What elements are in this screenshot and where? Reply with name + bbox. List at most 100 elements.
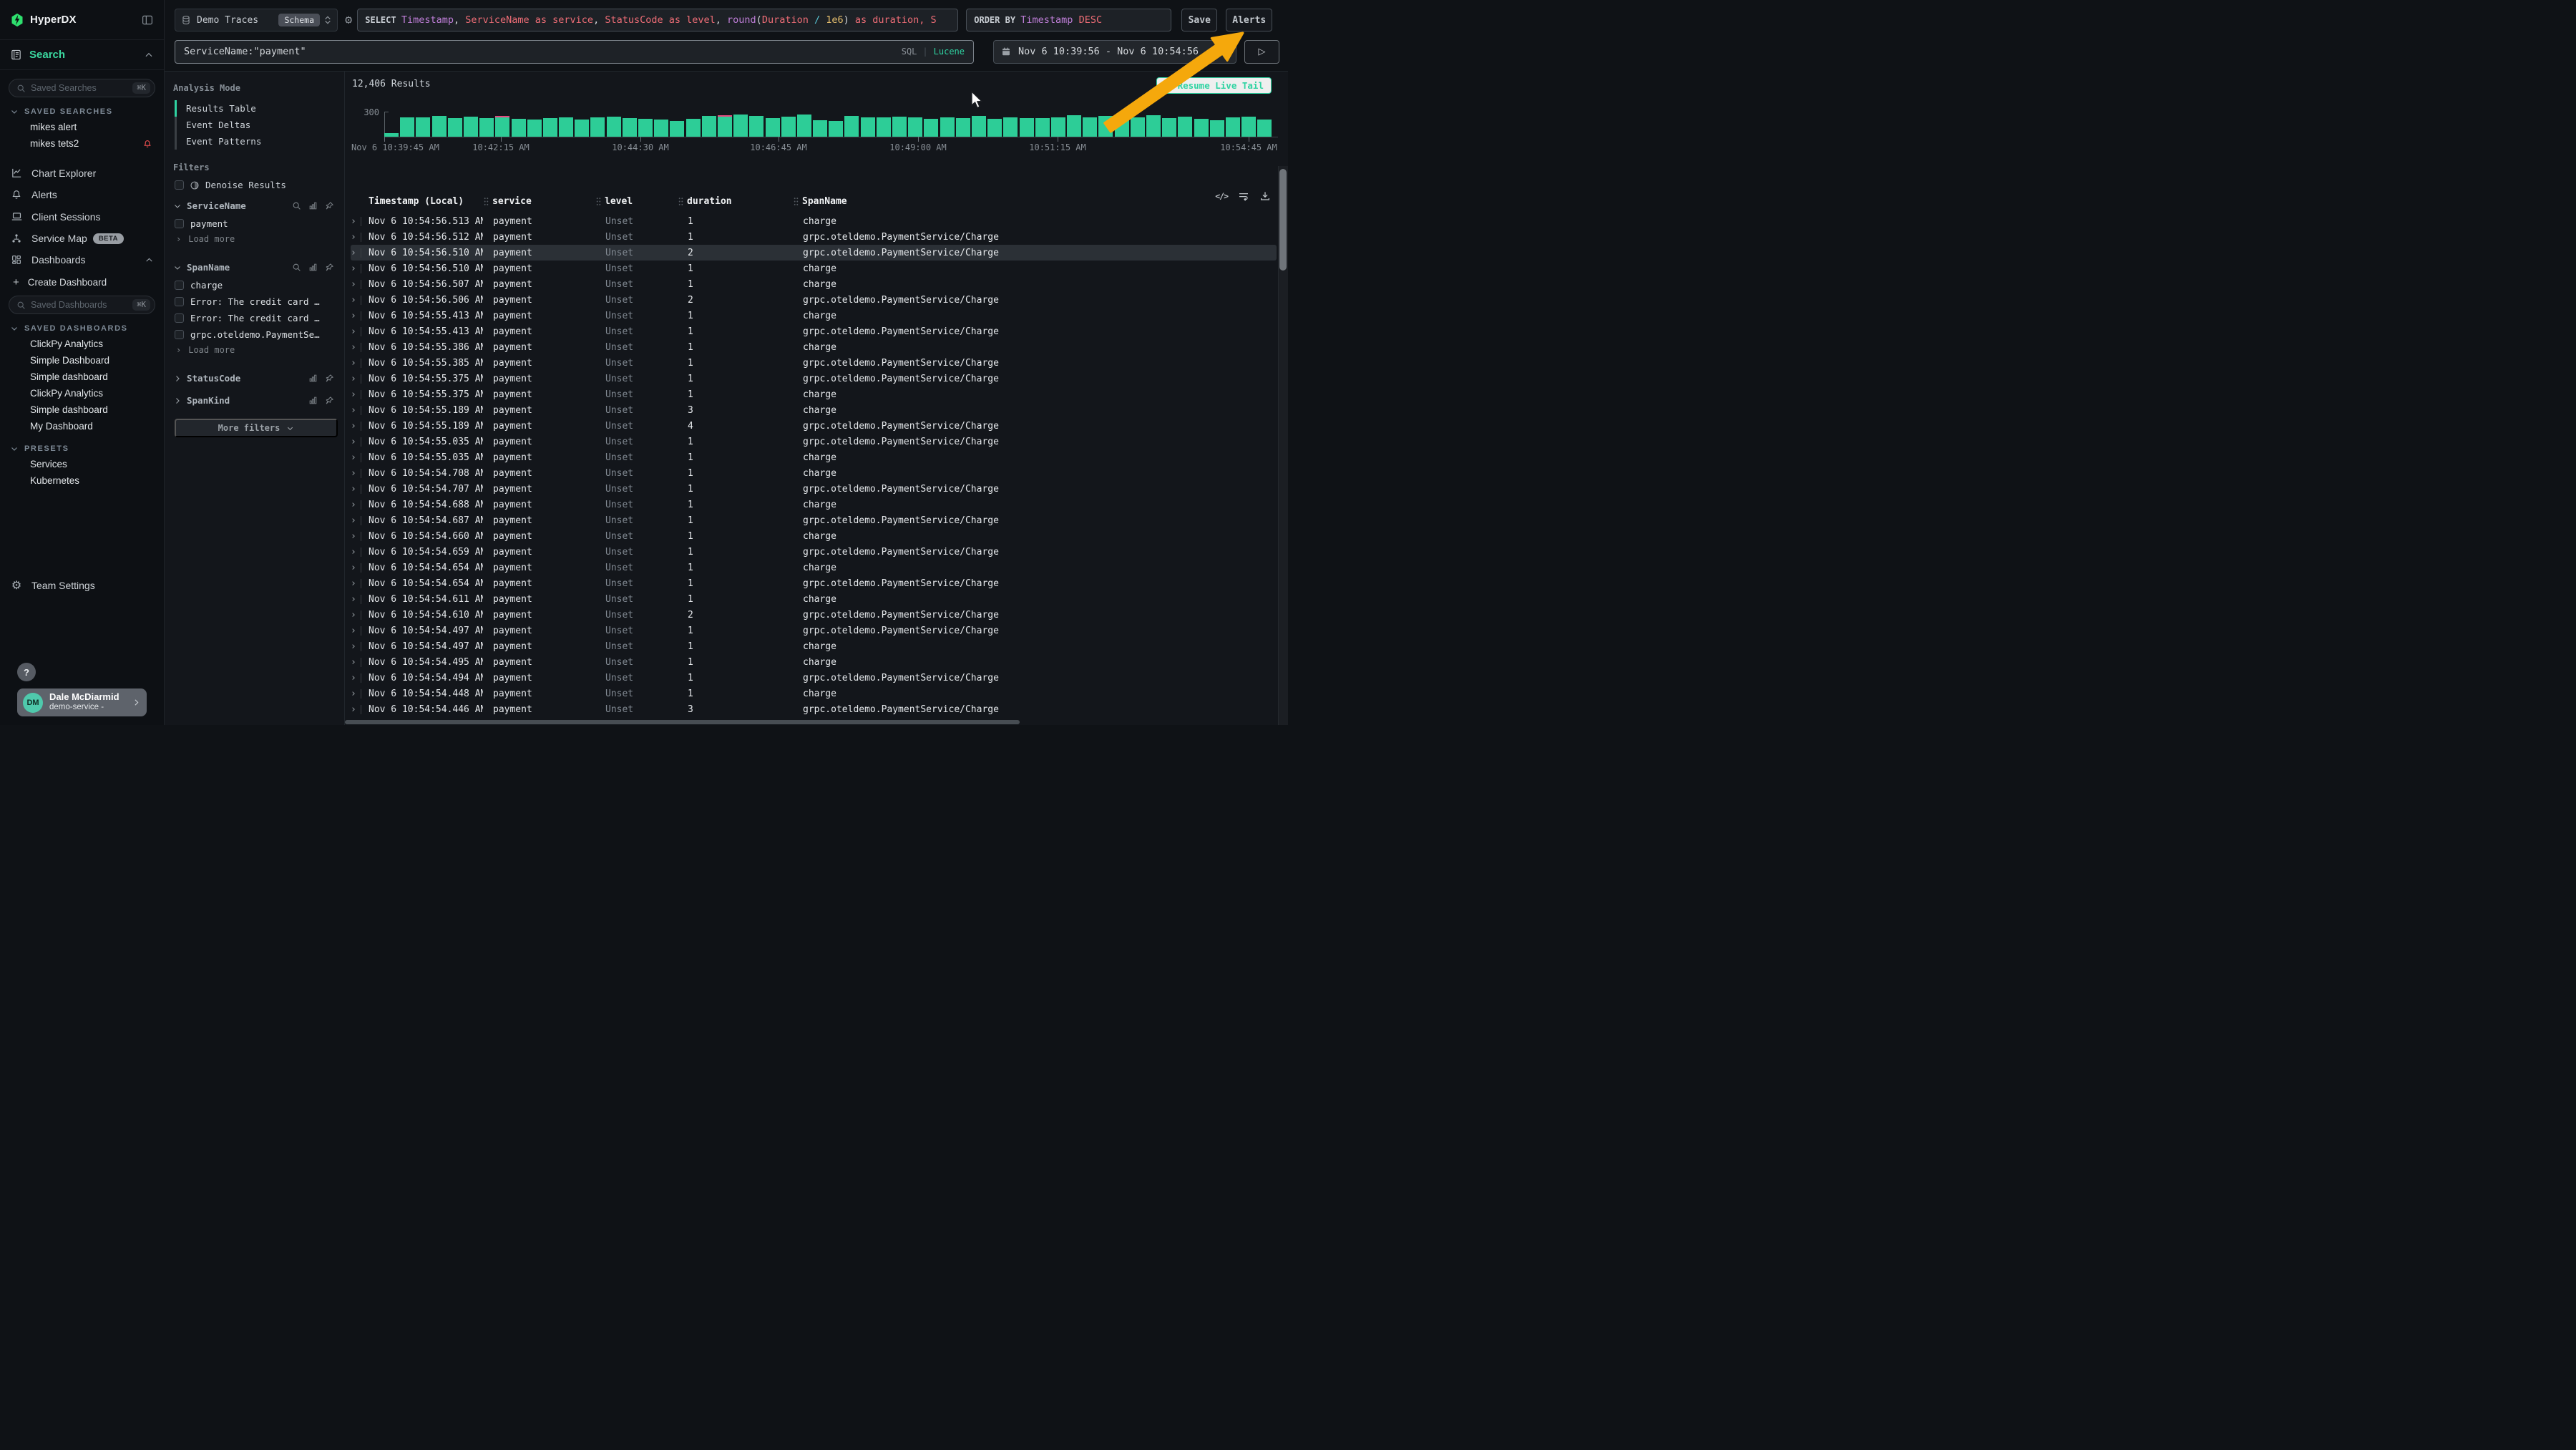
table-row[interactable]: ›Nov 6 10:54:54.660 AMpaymentUnset1charg… (351, 528, 1277, 544)
histogram-bar[interactable] (877, 117, 891, 137)
column-header-level[interactable]: level (595, 196, 678, 207)
row-expander[interactable]: › (351, 689, 369, 699)
row-expander[interactable]: › (351, 673, 369, 683)
row-expander[interactable]: › (351, 280, 369, 289)
row-expander[interactable]: › (351, 311, 369, 321)
search-section-header[interactable]: Search (0, 40, 164, 70)
table-row[interactable]: ›Nov 6 10:54:54.610 AMpaymentUnset2grpc.… (351, 607, 1277, 623)
load-more-servicename[interactable]: › Load more (173, 232, 337, 246)
table-row[interactable]: ›Nov 6 10:54:56.506 AMpaymentUnset2grpc.… (351, 292, 1277, 308)
row-expander[interactable]: › (351, 626, 369, 636)
time-range-picker[interactable]: Nov 6 10:39:56 - Nov 6 10:54:56 (993, 40, 1236, 64)
sidebar-item-dashboard[interactable]: Simple dashboard (9, 369, 155, 385)
table-row[interactable]: ›Nov 6 10:54:54.408 AMpaymentUnset2grpc.… (351, 717, 1277, 719)
histogram-bar[interactable] (495, 117, 509, 137)
row-expander[interactable]: › (351, 610, 369, 620)
filter-group-spankind[interactable]: SpanKind (173, 395, 337, 406)
presets-heading[interactable]: PRESETS (10, 444, 155, 453)
sidebar-item-team-settings[interactable]: ⚙ Team Settings (9, 573, 155, 598)
saved-dashboards-input[interactable]: Saved Dashboards ⌘K (9, 296, 155, 314)
row-expander[interactable]: › (351, 327, 369, 336)
drag-handle-icon[interactable] (678, 197, 684, 206)
histogram-bar[interactable] (733, 115, 748, 137)
row-expander[interactable]: › (351, 705, 369, 714)
saved-searches-input[interactable]: Saved Searches ⌘K (9, 79, 155, 97)
histogram-bar[interactable] (638, 119, 653, 137)
table-row[interactable]: ›Nov 6 10:54:54.497 AMpaymentUnset1charg… (351, 638, 1277, 654)
row-expander[interactable]: › (351, 264, 369, 273)
search-icon[interactable] (292, 201, 301, 210)
table-row[interactable]: ›Nov 6 10:54:54.497 AMpaymentUnset1grpc.… (351, 623, 1277, 638)
table-row[interactable]: ›Nov 6 10:54:54.495 AMpaymentUnset1charg… (351, 654, 1277, 670)
load-more-spanname[interactable]: › Load more (173, 343, 337, 357)
histogram-bar[interactable] (1226, 117, 1240, 137)
histogram-bar[interactable] (1162, 118, 1176, 137)
tab-results-table[interactable]: Results Table (175, 100, 337, 117)
filter-group-servicename[interactable]: ServiceName (173, 200, 337, 211)
table-row[interactable]: ›Nov 6 10:54:55.189 AMpaymentUnset4grpc.… (351, 418, 1277, 434)
column-header-timestamp[interactable]: Timestamp (Local) (369, 196, 483, 207)
saved-dashboards-heading[interactable]: SAVED DASHBOARDS (10, 324, 155, 333)
table-row[interactable]: ›Nov 6 10:54:55.413 AMpaymentUnset1charg… (351, 308, 1277, 323)
denoise-results-option[interactable]: Denoise Results (175, 180, 337, 190)
column-header-spanname[interactable]: SpanName (793, 196, 1277, 207)
table-row[interactable]: ›Nov 6 10:54:54.448 AMpaymentUnset1charg… (351, 686, 1277, 701)
histogram-bar[interactable] (908, 117, 922, 137)
histogram-bar[interactable] (1257, 120, 1272, 137)
table-row[interactable]: ›Nov 6 10:54:54.707 AMpaymentUnset1grpc.… (351, 481, 1277, 497)
table-row[interactable]: ›Nov 6 10:54:55.413 AMpaymentUnset1grpc.… (351, 323, 1277, 339)
histogram-bar[interactable] (607, 117, 621, 137)
histogram-bar[interactable] (987, 119, 1002, 137)
table-row[interactable]: ›Nov 6 10:54:54.659 AMpaymentUnset1grpc.… (351, 544, 1277, 560)
row-expander[interactable]: › (351, 217, 369, 226)
row-expander[interactable]: › (351, 359, 369, 368)
pin-icon[interactable] (325, 201, 334, 210)
filter-group-spanname[interactable]: SpanName (173, 262, 337, 273)
chevron-up-icon[interactable] (144, 50, 154, 60)
row-expander[interactable]: › (351, 579, 369, 588)
histogram-bar[interactable] (686, 119, 701, 137)
histogram-bar[interactable] (972, 116, 986, 137)
histogram-bar[interactable] (1003, 117, 1018, 137)
row-expander[interactable]: › (351, 453, 369, 462)
tab-event-patterns[interactable]: Event Patterns (175, 133, 337, 150)
histogram-bar[interactable] (844, 116, 859, 137)
histogram-bar[interactable] (781, 117, 796, 137)
histogram-bar[interactable] (623, 118, 637, 137)
sidebar-item-service-map[interactable]: Service Map BETA (9, 228, 155, 249)
histogram-bar[interactable] (1051, 117, 1065, 137)
histogram-bar[interactable] (1178, 117, 1192, 137)
saved-searches-heading[interactable]: SAVED SEARCHES (10, 107, 155, 116)
sidebar-item-dashboard[interactable]: My Dashboard (9, 418, 155, 434)
pin-icon[interactable] (325, 263, 334, 272)
bar-chart-icon[interactable] (308, 263, 318, 272)
row-expander[interactable]: › (351, 437, 369, 447)
row-expander[interactable]: › (351, 343, 369, 352)
table-row[interactable]: ›Nov 6 10:54:56.513 AMpaymentUnset1charg… (351, 213, 1277, 229)
filter-option[interactable]: Error: The credit card … (173, 293, 337, 310)
histogram-bar[interactable] (1131, 117, 1145, 137)
pin-icon[interactable] (325, 374, 334, 383)
filter-option[interactable]: Error: The credit card … (173, 310, 337, 326)
histogram-bar[interactable] (749, 116, 763, 137)
histogram-bar[interactable] (1241, 117, 1256, 137)
saved-search-item[interactable]: mikes alert (9, 119, 155, 135)
table-row[interactable]: ›Nov 6 10:54:54.654 AMpaymentUnset1charg… (351, 560, 1277, 575)
bar-chart-icon[interactable] (308, 396, 318, 405)
histogram-bar[interactable] (575, 120, 589, 137)
filter-option[interactable]: payment (173, 215, 337, 232)
histogram-bar[interactable] (718, 117, 732, 137)
histogram-bar[interactable] (1020, 118, 1034, 137)
help-button[interactable]: ? (17, 663, 36, 681)
table-row[interactable]: ›Nov 6 10:54:55.375 AMpaymentUnset1charg… (351, 386, 1277, 402)
histogram-bar[interactable] (543, 118, 557, 137)
denoise-checkbox[interactable] (175, 180, 184, 190)
row-expander[interactable]: › (351, 233, 369, 242)
histogram-bar[interactable] (861, 117, 875, 137)
sidebar-item-preset[interactable]: Services (9, 456, 155, 472)
row-expander[interactable]: › (351, 422, 369, 431)
sidebar-item-alerts[interactable]: Alerts (9, 184, 155, 205)
row-expander[interactable]: › (351, 374, 369, 384)
table-row[interactable]: ›Nov 6 10:54:56.507 AMpaymentUnset1charg… (351, 276, 1277, 292)
row-expander[interactable]: › (351, 485, 369, 494)
